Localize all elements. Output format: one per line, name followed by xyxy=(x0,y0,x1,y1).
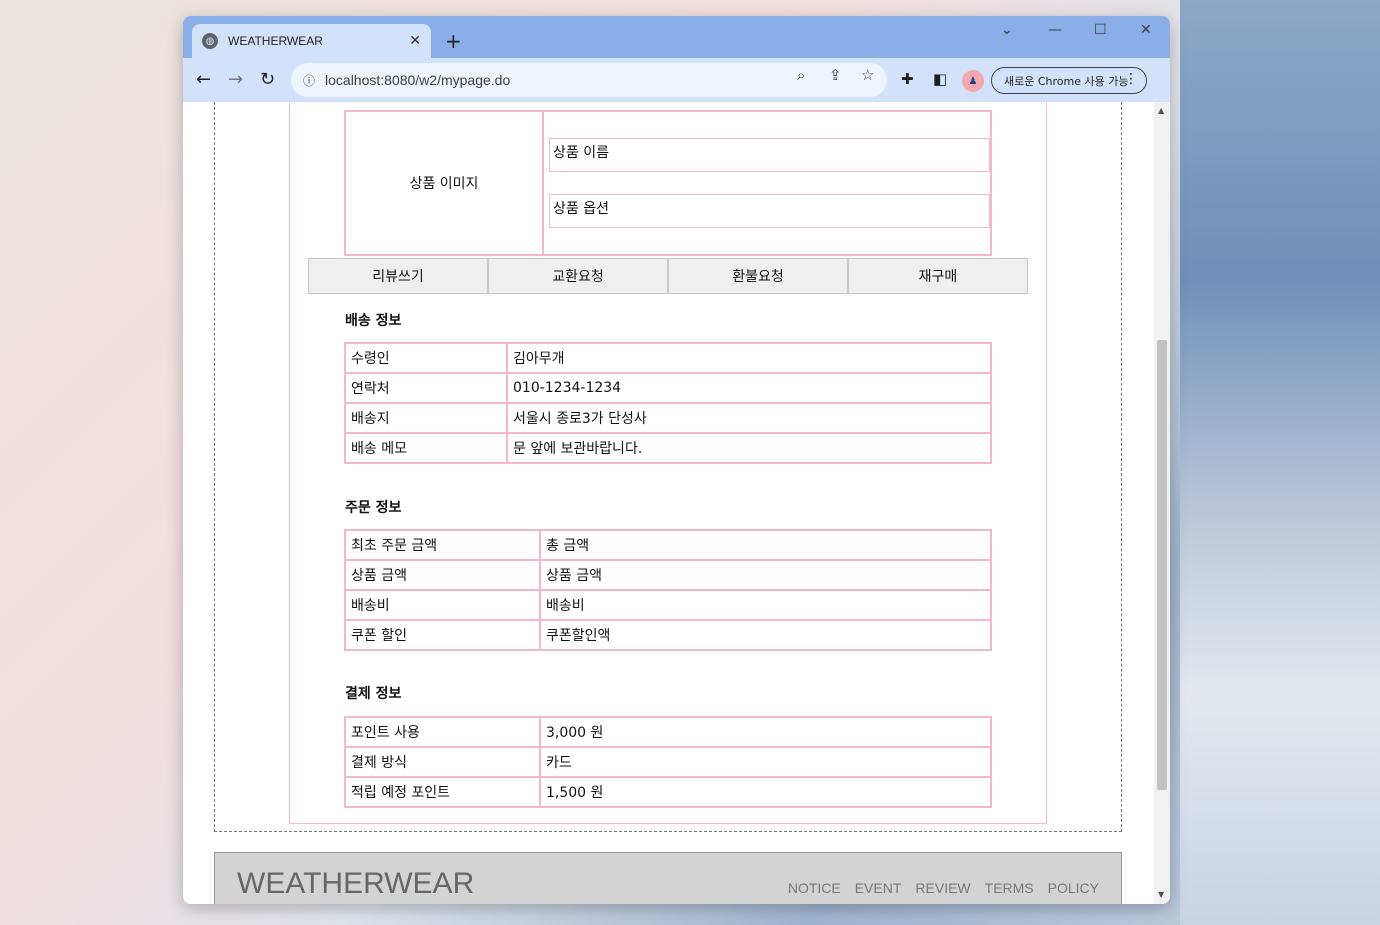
order-info-table: 최초 주문 금액 총 금액 상품 금액 상품 금액 배송비 배송비 쿠폰 할인 쿠폰할인… xyxy=(344,529,992,651)
row-label: 적립 예정 포인트 xyxy=(344,776,541,808)
row-value: 010-1234-1234 xyxy=(506,372,992,404)
row-label: 쿠폰 할인 xyxy=(344,619,541,651)
table-row: 배송 메모 문 앞에 보관바랍니다. xyxy=(344,432,992,464)
desktop-wallpaper xyxy=(1180,0,1380,925)
table-row: 상품 금액 상품 금액 xyxy=(344,559,992,591)
row-label: 최초 주문 금액 xyxy=(344,529,541,561)
table-row: 배송지 서울시 종로3가 단성사 xyxy=(344,402,992,434)
page-viewport: 상품 이미지 상품 이름 상품 옵션 리뷰쓰기 교환요청 환불요청 재구매 배송… xyxy=(183,102,1170,904)
scroll-down-icon[interactable]: ▼ xyxy=(1158,890,1164,899)
more-menu-icon[interactable]: ⋮ xyxy=(1124,71,1138,87)
row-value: 서울시 종로3가 단성사 xyxy=(506,402,992,434)
new-tab-button[interactable]: + xyxy=(445,29,462,53)
footer-link-terms[interactable]: TERMS xyxy=(985,880,1034,896)
tab-search-icon[interactable]: ⌄ xyxy=(1001,22,1013,38)
tab-title: WEATHERWEAR xyxy=(228,34,323,48)
footer-link-notice[interactable]: NOTICE xyxy=(788,880,841,896)
reload-icon[interactable]: ↻ xyxy=(260,69,275,90)
row-value: 1,500 원 xyxy=(539,776,992,808)
table-row: 최초 주문 금액 총 금액 xyxy=(344,529,992,561)
reorder-button[interactable]: 재구매 xyxy=(848,258,1028,294)
bookmark-star-icon[interactable]: ☆ xyxy=(861,66,874,84)
browser-window: ◍ WEATHERWEAR ✕ + ⌄ — ☐ ✕ ← → ↻ ⓘ localh… xyxy=(183,16,1170,904)
table-row: 연락처 010-1234-1234 xyxy=(344,372,992,404)
payment-info-table: 포인트 사용 3,000 원 결제 방식 카드 적립 예정 포인트 1,500 원 xyxy=(344,716,992,808)
footer-link-event[interactable]: EVENT xyxy=(855,880,902,896)
row-label: 상품 금액 xyxy=(344,559,541,591)
footer-link-review[interactable]: REVIEW xyxy=(915,880,970,896)
row-value: 문 앞에 보관바랍니다. xyxy=(506,432,992,464)
maximize-button[interactable]: ☐ xyxy=(1094,22,1107,38)
row-value: 상품 금액 xyxy=(539,559,992,591)
tab-strip: ◍ WEATHERWEAR ✕ + ⌄ — ☐ ✕ xyxy=(183,16,1170,58)
table-row: 적립 예정 포인트 1,500 원 xyxy=(344,776,992,808)
exchange-request-button[interactable]: 교환요청 xyxy=(488,258,668,294)
product-option: 상품 옵션 xyxy=(549,194,990,228)
row-value: 김아무개 xyxy=(506,342,992,374)
site-info-icon[interactable]: ⓘ xyxy=(303,72,315,89)
delivery-info-table: 수령인 김아무개 연락처 010-1234-1234 배송지 서울시 종로3가 단성사… xyxy=(344,342,992,464)
review-button[interactable]: 리뷰쓰기 xyxy=(308,258,488,294)
zoom-icon[interactable]: ⌕ xyxy=(797,66,805,84)
row-value: 배송비 xyxy=(539,589,992,621)
order-actions: 리뷰쓰기 교환요청 환불요청 재구매 xyxy=(308,258,1028,294)
browser-toolbar: ← → ↻ ⓘ localhost:8080/w2/mypage.do ⌕ ⇪ … xyxy=(183,58,1170,102)
share-icon[interactable]: ⇪ xyxy=(829,66,842,84)
side-panel-icon[interactable]: ◧ xyxy=(933,70,947,88)
row-label: 배송 메모 xyxy=(344,432,508,464)
refund-request-button[interactable]: 환불요청 xyxy=(668,258,848,294)
globe-icon: ◍ xyxy=(202,33,218,49)
vertical-scrollbar[interactable]: ▲ ▼ xyxy=(1154,102,1170,904)
extensions-icon[interactable]: ✚ xyxy=(901,70,914,88)
table-row: 쿠폰 할인 쿠폰할인액 xyxy=(344,619,992,651)
row-label: 배송비 xyxy=(344,589,541,621)
url-text[interactable]: localhost:8080/w2/mypage.do xyxy=(325,72,510,88)
payment-info-title: 결제 정보 xyxy=(345,686,402,702)
product-name: 상품 이름 xyxy=(549,138,990,172)
close-tab-icon[interactable]: ✕ xyxy=(409,33,421,49)
profile-avatar[interactable]: ♟ xyxy=(962,70,984,92)
table-row: 수령인 김아무개 xyxy=(344,342,992,374)
close-window-button[interactable]: ✕ xyxy=(1140,22,1152,38)
order-info-title: 주문 정보 xyxy=(345,500,402,516)
row-label: 결제 방식 xyxy=(344,746,541,778)
footer-logo[interactable]: WEATHERWEAR xyxy=(237,867,474,901)
row-label: 수령인 xyxy=(344,342,508,374)
footer-link-policy[interactable]: POLICY xyxy=(1048,880,1099,896)
product-image: 상품 이미지 xyxy=(346,112,544,254)
footer-nav: NOTICE EVENT REVIEW TERMS POLICY xyxy=(788,880,1099,896)
table-row: 결제 방식 카드 xyxy=(344,746,992,778)
scroll-up-icon[interactable]: ▲ xyxy=(1158,106,1164,115)
tab-weatherwear[interactable]: ◍ WEATHERWEAR ✕ xyxy=(192,24,431,58)
row-value: 카드 xyxy=(539,746,992,778)
chrome-update-button[interactable]: 새로운 Chrome 사용 가능 ⋮ xyxy=(991,67,1147,94)
back-icon[interactable]: ← xyxy=(196,69,211,90)
row-value: 쿠폰할인액 xyxy=(539,619,992,651)
table-row: 배송비 배송비 xyxy=(344,589,992,621)
row-value: 총 금액 xyxy=(539,529,992,561)
row-label: 배송지 xyxy=(344,402,508,434)
row-value: 3,000 원 xyxy=(539,716,992,748)
chrome-update-label: 새로운 Chrome 사용 가능 xyxy=(1004,74,1129,88)
row-label: 연락처 xyxy=(344,372,508,404)
minimize-button[interactable]: — xyxy=(1048,22,1062,38)
delivery-info-title: 배송 정보 xyxy=(345,313,402,329)
product-card: 상품 이미지 상품 이름 상품 옵션 xyxy=(344,110,992,256)
scroll-thumb[interactable] xyxy=(1157,340,1167,790)
site-footer: WEATHERWEAR NOTICE EVENT REVIEW TERMS PO… xyxy=(214,852,1122,904)
table-row: 포인트 사용 3,000 원 xyxy=(344,716,992,748)
forward-icon[interactable]: → xyxy=(228,69,243,90)
row-label: 포인트 사용 xyxy=(344,716,541,748)
